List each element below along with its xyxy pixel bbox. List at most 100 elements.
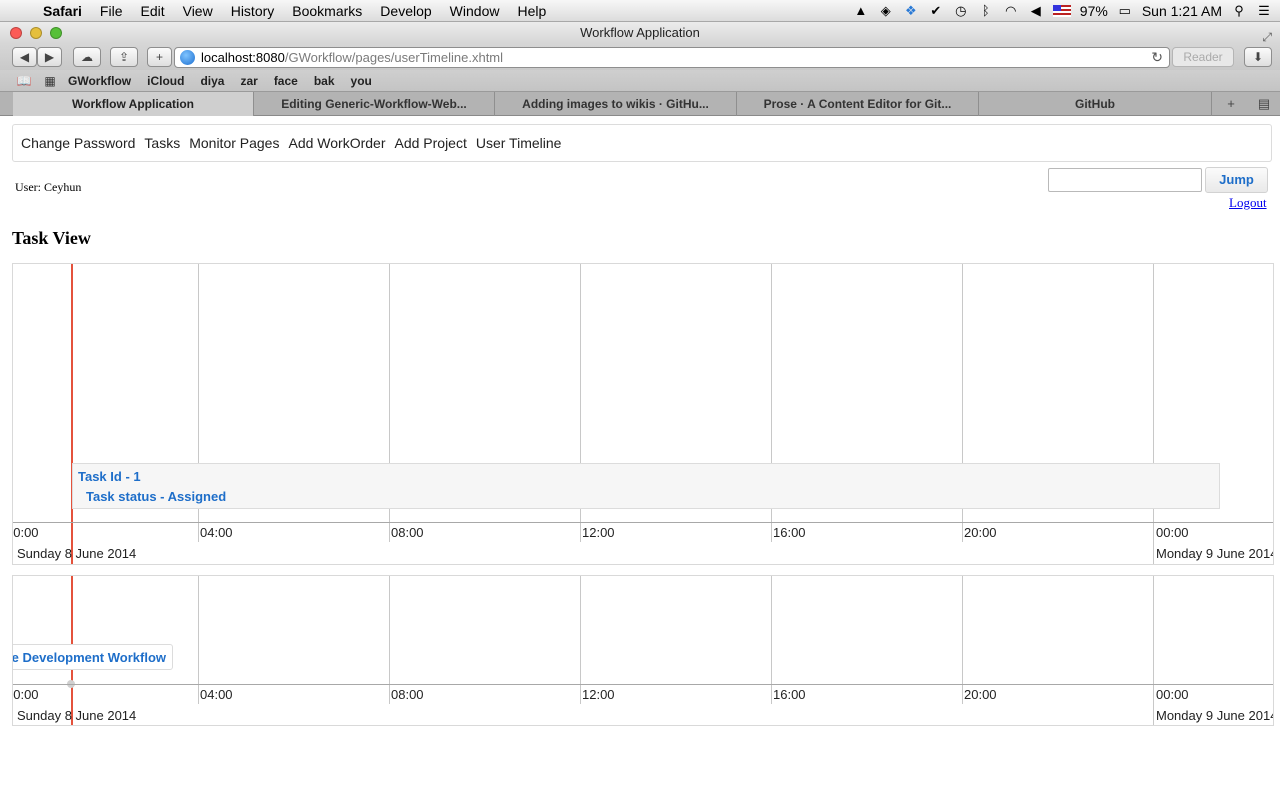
menu-help[interactable]: Help xyxy=(508,0,555,22)
time-axis xyxy=(13,522,1273,523)
back-button[interactable]: ◀ xyxy=(12,47,37,67)
tick-label: 00:00 xyxy=(1156,687,1189,702)
tick-label: 12:00 xyxy=(582,525,615,540)
tab-adding-images-to-wikis[interactable]: Adding images to wikis · GitHu... xyxy=(495,92,737,116)
zoom-window-button[interactable] xyxy=(50,27,62,39)
spotlight-search-icon[interactable]: ⚲ xyxy=(1231,4,1247,18)
menu-bookmarks[interactable]: Bookmarks xyxy=(283,0,371,22)
tab-editing-generic-workflow[interactable]: Editing Generic-Workflow-Web... xyxy=(254,92,495,116)
bookmark-gworkflow[interactable]: GWorkflow xyxy=(60,74,139,88)
globe-icon xyxy=(180,50,195,65)
window-titlebar: Workflow Application ⤢ xyxy=(0,22,1280,44)
tab-workflow-application[interactable]: Workflow Application xyxy=(13,92,254,116)
forward-arrow-icon: ▶ xyxy=(44,50,55,64)
tick-label: 00:00 xyxy=(13,687,39,702)
date-label: Sunday 8 June 2014 xyxy=(17,708,137,723)
close-window-button[interactable] xyxy=(10,27,22,39)
menu-develop[interactable]: Develop xyxy=(371,0,440,22)
tick-label: 12:00 xyxy=(582,687,615,702)
project-timeline[interactable]: e Development Workflow 00:00 04:00 08:00… xyxy=(12,575,1274,726)
reader-button[interactable]: Reader xyxy=(1172,47,1234,67)
dropbox-icon[interactable]: ❖ xyxy=(903,4,919,18)
task-item[interactable]: Task Id - 1 Task status - Assigned xyxy=(72,463,1220,509)
tick-label: 04:00 xyxy=(200,525,233,540)
bookmarks-bar: 📖 ▦ GWorkflow iCloud diya zar face bak y… xyxy=(0,70,1280,91)
bluetooth-icon[interactable]: ᛒ xyxy=(978,4,994,18)
menu-file[interactable]: File xyxy=(91,0,132,22)
plus-icon: + xyxy=(155,50,163,64)
bookmark-bak[interactable]: bak xyxy=(306,74,343,88)
date-label: Monday 9 June 2014 xyxy=(1156,546,1274,561)
minimize-window-button[interactable] xyxy=(30,27,42,39)
cloud-icon: ☁ xyxy=(81,50,93,64)
page-title: Task View xyxy=(12,228,91,248)
jump-button[interactable]: Jump xyxy=(1205,167,1268,193)
nav-add-project[interactable]: Add Project xyxy=(394,135,466,151)
window-controls xyxy=(10,27,62,39)
address-bar[interactable]: localhost:8080/GWorkflow/pages/userTimel… xyxy=(174,47,1170,68)
bookmark-face[interactable]: face xyxy=(266,74,306,88)
icloud-tabs-button[interactable]: ☁ xyxy=(73,47,101,67)
nav-tasks[interactable]: Tasks xyxy=(144,135,180,151)
current-time-marker xyxy=(71,264,73,564)
download-icon: ⬇ xyxy=(1252,50,1264,64)
top-sites-icon[interactable]: ▦ xyxy=(40,74,60,88)
menu-edit[interactable]: Edit xyxy=(131,0,173,22)
reload-icon[interactable]: ↻ xyxy=(1151,48,1163,67)
status-area: ▲ ◈ ❖ ✔ ◷ ᛒ ◠ ◀ 97% ▭ Sun 1:21 AM ⚲ ☰ xyxy=(853,0,1272,22)
url-path: /GWorkflow/pages/userTimeline.xhtml xyxy=(284,50,504,65)
notification-center-icon[interactable]: ☰ xyxy=(1256,4,1272,18)
tab-bar: Workflow Application Editing Generic-Wor… xyxy=(0,91,1280,116)
input-source-flag-icon[interactable] xyxy=(1052,5,1071,17)
tab-prose-editor[interactable]: Prose · A Content Editor for Git... xyxy=(737,92,979,116)
new-tab-button[interactable]: + xyxy=(147,47,172,67)
volume-icon[interactable]: ◀ xyxy=(1028,4,1044,18)
nav-add-workorder[interactable]: Add WorkOrder xyxy=(288,135,385,151)
nav-monitor-pages[interactable]: Monitor Pages xyxy=(189,135,279,151)
current-user-label: User: Ceyhun xyxy=(15,180,82,194)
bookmark-diya[interactable]: diya xyxy=(192,74,232,88)
task-timeline[interactable]: Task Id - 1 Task status - Assigned 00:00… xyxy=(12,263,1274,565)
tab-overview-icon[interactable]: ▤ xyxy=(1252,92,1276,116)
new-tab-plus-icon[interactable]: + xyxy=(1220,92,1242,116)
tick-label: 20:00 xyxy=(964,525,997,540)
tab-github[interactable]: GitHub xyxy=(979,92,1212,116)
tick-label: 16:00 xyxy=(773,687,806,702)
menu-safari[interactable]: Safari xyxy=(34,0,91,22)
wifi-icon[interactable]: ◠ xyxy=(1003,4,1019,18)
layers-icon[interactable]: ◈ xyxy=(878,4,894,18)
tick-label: 08:00 xyxy=(391,525,424,540)
day-divider-line xyxy=(1153,576,1154,725)
url-host: localhost:8080 xyxy=(201,50,285,65)
task-status-label: Task status - Assigned xyxy=(86,489,227,504)
tick-label: 16:00 xyxy=(773,525,806,540)
menu-history[interactable]: History xyxy=(222,0,284,22)
time-machine-icon[interactable]: ◷ xyxy=(953,4,969,18)
nav-change-password[interactable]: Change Password xyxy=(21,135,135,151)
time-axis xyxy=(13,684,1273,685)
bookmark-icloud[interactable]: iCloud xyxy=(139,74,192,88)
jump-input[interactable] xyxy=(1048,168,1202,192)
project-item[interactable]: e Development Workflow xyxy=(12,644,173,670)
day-divider-line xyxy=(1153,264,1154,564)
bookmark-zar[interactable]: zar xyxy=(232,74,265,88)
battery-percent[interactable]: 97% xyxy=(1080,3,1108,19)
menu-view[interactable]: View xyxy=(174,0,222,22)
nav-user-timeline[interactable]: User Timeline xyxy=(476,135,562,151)
tick-label: 08:00 xyxy=(391,687,424,702)
forward-button[interactable]: ▶ xyxy=(37,47,62,67)
bookmark-you[interactable]: you xyxy=(343,74,380,88)
logout-link[interactable]: Logout xyxy=(1229,195,1267,211)
drive-icon[interactable]: ▲ xyxy=(853,4,869,18)
menu-window[interactable]: Window xyxy=(441,0,509,22)
battery-icon[interactable]: ▭ xyxy=(1117,4,1133,18)
clock[interactable]: Sun 1:21 AM xyxy=(1142,3,1222,19)
downloads-button[interactable]: ⬇ xyxy=(1244,47,1272,67)
share-button[interactable]: ⇪ xyxy=(110,47,138,67)
tick-label: 04:00 xyxy=(200,687,233,702)
project-name-label: e Development Workflow xyxy=(12,650,166,665)
back-arrow-icon: ◀ xyxy=(19,50,30,64)
checkmark-icon[interactable]: ✔ xyxy=(928,4,944,18)
reading-list-icon[interactable]: 📖 xyxy=(14,74,34,88)
tick-label: 00:00 xyxy=(1156,525,1189,540)
